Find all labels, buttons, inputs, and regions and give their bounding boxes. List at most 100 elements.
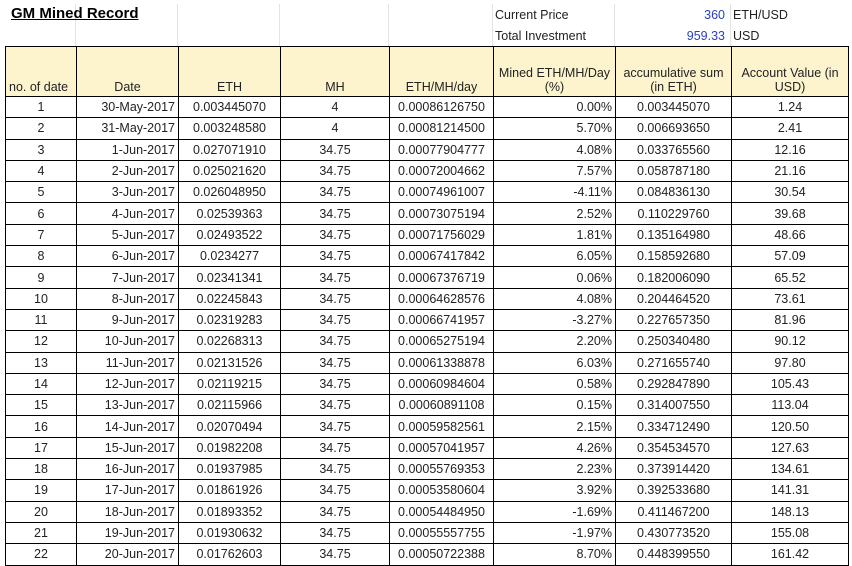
- cell-eth-mh-day[interactable]: 0.00061338878: [389, 351, 494, 374]
- cell-date[interactable]: 1-Jun-2017: [76, 138, 179, 161]
- header-eth[interactable]: ETH: [178, 46, 281, 97]
- cell-no[interactable]: 12: [5, 330, 77, 353]
- cell-eth[interactable]: 0.003445070: [178, 95, 281, 119]
- cell-mh[interactable]: 34.75: [280, 415, 390, 438]
- cell-mh[interactable]: 34.75: [280, 245, 390, 268]
- cell-mined-pct[interactable]: 8.70%: [493, 543, 616, 566]
- cell-date[interactable]: 31-May-2017: [76, 117, 179, 140]
- header-account-value[interactable]: Account Value (in USD): [731, 46, 849, 97]
- cell-account-value[interactable]: 39.68: [731, 202, 849, 225]
- cell-account-value[interactable]: 65.52: [731, 266, 849, 289]
- cell-mined-pct[interactable]: 2.15%: [493, 415, 616, 438]
- cell-account-value[interactable]: 127.63: [731, 436, 849, 460]
- cell-mh[interactable]: 4: [280, 117, 390, 140]
- cell-account-value[interactable]: 120.50: [731, 415, 849, 438]
- cell-accum[interactable]: 0.448399550: [615, 543, 732, 566]
- cell-mh[interactable]: 34.75: [280, 521, 390, 545]
- cell-no[interactable]: 8: [5, 245, 77, 268]
- cell-mined-pct[interactable]: -1.97%: [493, 521, 616, 545]
- cell-account-value[interactable]: 148.13: [731, 500, 849, 523]
- cell-date[interactable]: 7-Jun-2017: [76, 266, 179, 289]
- cell-eth-mh-day[interactable]: 0.00054484950: [389, 500, 494, 523]
- cell-mh[interactable]: 34.75: [280, 543, 390, 566]
- cell-mined-pct[interactable]: -1.69%: [493, 500, 616, 523]
- cell-mh[interactable]: 34.75: [280, 436, 390, 460]
- current-price-unit[interactable]: ETH/USD: [733, 8, 788, 22]
- cell-eth-mh-day[interactable]: 0.00053580604: [389, 479, 494, 502]
- cell-accum[interactable]: 0.292847890: [615, 372, 732, 396]
- cell-date[interactable]: 18-Jun-2017: [76, 500, 179, 523]
- cell-eth-mh-day[interactable]: 0.00074961007: [389, 181, 494, 204]
- cell-accum[interactable]: 0.314007550: [615, 394, 732, 417]
- cell-account-value[interactable]: 155.08: [731, 521, 849, 545]
- cell-eth-mh-day[interactable]: 0.00057041957: [389, 436, 494, 460]
- cell-date[interactable]: 14-Jun-2017: [76, 415, 179, 438]
- cell-no[interactable]: 14: [5, 372, 77, 396]
- cell-accum[interactable]: 0.271655740: [615, 351, 732, 374]
- cell-eth[interactable]: 0.003248580: [178, 117, 281, 140]
- cell-eth-mh-day[interactable]: 0.00065275194: [389, 330, 494, 353]
- cell-eth-mh-day[interactable]: 0.00055557755: [389, 521, 494, 545]
- cell-no[interactable]: 1: [5, 95, 77, 119]
- cell-date[interactable]: 8-Jun-2017: [76, 287, 179, 310]
- total-investment-unit[interactable]: USD: [733, 29, 759, 43]
- cell-account-value[interactable]: 48.66: [731, 223, 849, 247]
- cell-no[interactable]: 16: [5, 415, 77, 438]
- cell-mh[interactable]: 4: [280, 95, 390, 119]
- cell-mh[interactable]: 34.75: [280, 308, 390, 332]
- cell-account-value[interactable]: 97.80: [731, 351, 849, 374]
- cell-mined-pct[interactable]: 0.58%: [493, 372, 616, 396]
- cell-no[interactable]: 18: [5, 458, 77, 481]
- cell-mh[interactable]: 34.75: [280, 181, 390, 204]
- cell-eth[interactable]: 0.02131526: [178, 351, 281, 374]
- cell-mh[interactable]: 34.75: [280, 138, 390, 161]
- cell-mined-pct[interactable]: 4.26%: [493, 436, 616, 460]
- cell-eth[interactable]: 0.01937985: [178, 458, 281, 481]
- cell-mined-pct[interactable]: 2.23%: [493, 458, 616, 481]
- cell-account-value[interactable]: 30.54: [731, 181, 849, 204]
- cell-account-value[interactable]: 105.43: [731, 372, 849, 396]
- cell-no[interactable]: 15: [5, 394, 77, 417]
- cell-eth[interactable]: 0.01762603: [178, 543, 281, 566]
- cell-account-value[interactable]: 12.16: [731, 138, 849, 161]
- header-mh[interactable]: MH: [280, 46, 390, 97]
- header-mined-pct[interactable]: Mined ETH/MH/Day (%): [493, 46, 616, 97]
- cell-accum[interactable]: 0.033765560: [615, 138, 732, 161]
- header-date[interactable]: Date: [76, 46, 179, 97]
- cell-date[interactable]: 12-Jun-2017: [76, 372, 179, 396]
- cell-accum[interactable]: 0.411467200: [615, 500, 732, 523]
- cell-account-value[interactable]: 21.16: [731, 159, 849, 183]
- cell-eth[interactable]: 0.02115966: [178, 394, 281, 417]
- cell-date[interactable]: 16-Jun-2017: [76, 458, 179, 481]
- cell-no[interactable]: 19: [5, 479, 77, 502]
- total-investment-value[interactable]: 959.33: [617, 29, 725, 43]
- cell-date[interactable]: 9-Jun-2017: [76, 308, 179, 332]
- cell-mh[interactable]: 34.75: [280, 479, 390, 502]
- cell-eth-mh-day[interactable]: 0.00073075194: [389, 202, 494, 225]
- cell-accum[interactable]: 0.135164980: [615, 223, 732, 247]
- cell-mined-pct[interactable]: 2.20%: [493, 330, 616, 353]
- cell-mined-pct[interactable]: 7.57%: [493, 159, 616, 183]
- cell-date[interactable]: 2-Jun-2017: [76, 159, 179, 183]
- cell-accum[interactable]: 0.334712490: [615, 415, 732, 438]
- cell-no[interactable]: 9: [5, 266, 77, 289]
- cell-account-value[interactable]: 90.12: [731, 330, 849, 353]
- cell-mined-pct[interactable]: -4.11%: [493, 181, 616, 204]
- cell-eth[interactable]: 0.02245843: [178, 287, 281, 310]
- cell-mh[interactable]: 34.75: [280, 287, 390, 310]
- cell-accum[interactable]: 0.084836130: [615, 181, 732, 204]
- cell-eth[interactable]: 0.01861926: [178, 479, 281, 502]
- cell-date[interactable]: 30-May-2017: [76, 95, 179, 119]
- cell-mh[interactable]: 34.75: [280, 372, 390, 396]
- cell-account-value[interactable]: 113.04: [731, 394, 849, 417]
- cell-account-value[interactable]: 2.41: [731, 117, 849, 140]
- cell-eth-mh-day[interactable]: 0.00060891108: [389, 394, 494, 417]
- cell-mined-pct[interactable]: 5.70%: [493, 117, 616, 140]
- cell-mh[interactable]: 34.75: [280, 202, 390, 225]
- cell-no[interactable]: 7: [5, 223, 77, 247]
- cell-mined-pct[interactable]: 4.08%: [493, 138, 616, 161]
- cell-mined-pct[interactable]: 4.08%: [493, 287, 616, 310]
- cell-accum[interactable]: 0.373914420: [615, 458, 732, 481]
- cell-date[interactable]: 13-Jun-2017: [76, 394, 179, 417]
- cell-mined-pct[interactable]: 6.05%: [493, 245, 616, 268]
